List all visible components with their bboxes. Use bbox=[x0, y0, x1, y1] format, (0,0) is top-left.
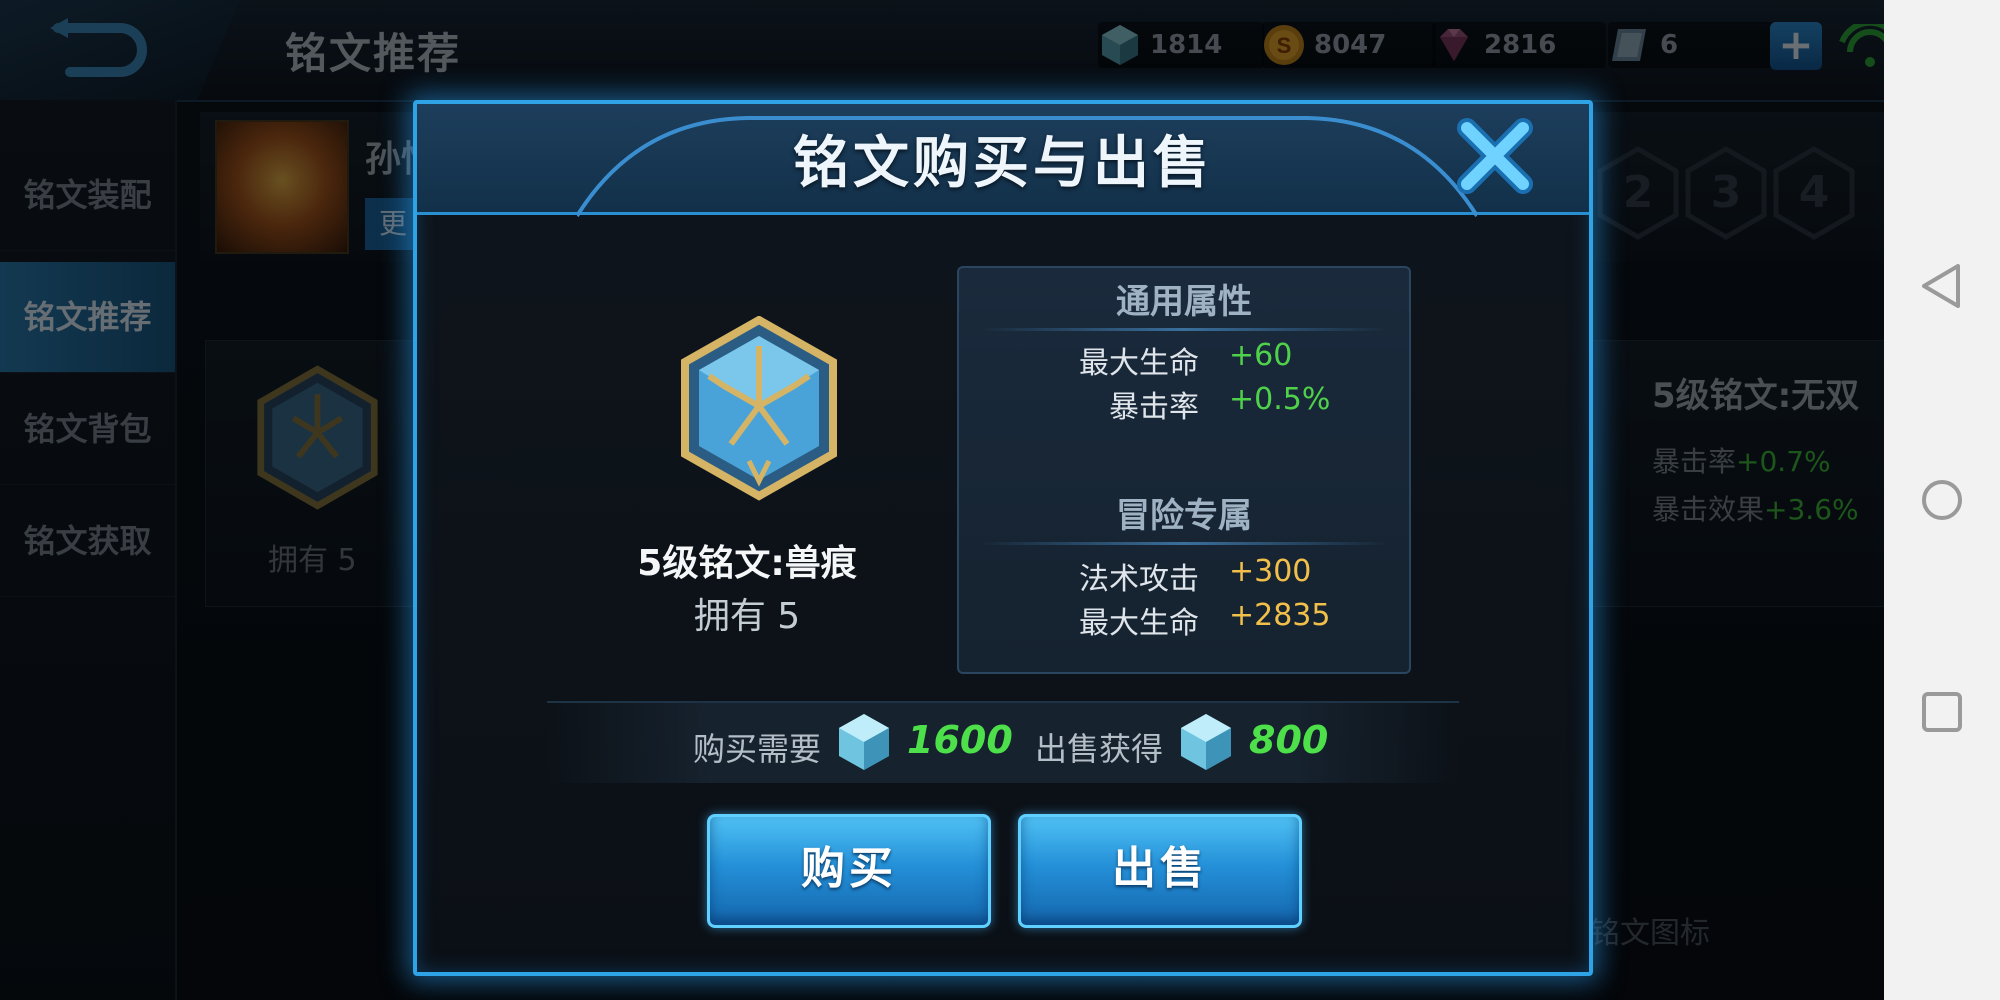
crystal-icon bbox=[839, 714, 889, 770]
buy-price-label: 购买需要 bbox=[693, 730, 822, 768]
crystal-icon bbox=[1102, 25, 1138, 65]
general-attributes-heading: 通用属性 bbox=[959, 274, 1409, 331]
modal-title: 铭文购买与出售 bbox=[793, 131, 1213, 196]
diamond-icon bbox=[1440, 29, 1468, 61]
screen-title: 铭文推荐 bbox=[285, 29, 462, 78]
add-currency-button[interactable]: + bbox=[1770, 22, 1822, 70]
buy-button[interactable]: 购买 bbox=[707, 814, 991, 928]
attributes-panel: 通用属性 最大生命 +60 暴击率 +0.5% 冒险专属 法术攻击 +300 最… bbox=[957, 266, 1411, 674]
sidebar-item-backpack[interactable]: 铭文背包 bbox=[0, 374, 175, 485]
stat-row: 法术攻击 +300 bbox=[1079, 554, 1312, 597]
rune-owned-count: 拥有 5 bbox=[693, 596, 801, 637]
rune-icon bbox=[681, 316, 837, 501]
sidebar: 铭文装配 铭文推荐 铭文背包 铭文获取 bbox=[0, 100, 177, 1000]
sell-price-value: 800 bbox=[1249, 718, 1329, 762]
back-button[interactable] bbox=[0, 0, 240, 100]
buy-sell-modal: 铭文购买与出售 5级铭文:兽痕 拥有 5 通用属性 最大生命 +60 暴击率 +… bbox=[413, 100, 1593, 976]
bg-bottom-note: 铭文图标 bbox=[1590, 916, 1710, 951]
gold-coin-icon: S bbox=[1264, 25, 1304, 65]
bg-rune-owned: 拥有 5 bbox=[268, 543, 357, 578]
bg-detail-title: 5级铭文:无双 bbox=[1652, 376, 1860, 416]
voucher-counter: 6 bbox=[1608, 22, 1774, 68]
svg-text:S: S bbox=[1277, 33, 1292, 58]
buy-price-value: 1600 bbox=[907, 718, 1013, 762]
bg-detail-stat: 暴击效果+3.6% bbox=[1652, 493, 1859, 526]
stat-row: 最大生命 +60 bbox=[1079, 338, 1293, 381]
rune-icon[interactable] bbox=[255, 365, 380, 510]
back-triangle-icon[interactable] bbox=[1914, 258, 1970, 314]
voucher-icon bbox=[1612, 29, 1646, 61]
recents-square-icon[interactable] bbox=[1914, 684, 1970, 740]
back-arrow-icon bbox=[50, 18, 147, 77]
close-icon[interactable] bbox=[1455, 116, 1535, 196]
adventure-attributes-heading: 冒险专属 bbox=[959, 488, 1409, 545]
game-screen: 铭文推荐 1814 S 8047 2816 6 + 铭文装配 铭文推荐 铭文背包… bbox=[0, 0, 1884, 1000]
rune-page-slot[interactable]: 2 bbox=[1596, 145, 1680, 241]
sidebar-item-recommend[interactable]: 铭文推荐 bbox=[0, 262, 175, 373]
sell-price-label: 出售获得 bbox=[1035, 730, 1164, 768]
top-bar: 铭文推荐 1814 S 8047 2816 6 + bbox=[0, 0, 1884, 102]
wifi-icon bbox=[1839, 24, 1884, 67]
rune-page-slot[interactable]: 4 bbox=[1772, 145, 1856, 241]
gold-counter: S 8047 bbox=[1262, 22, 1436, 68]
hero-portrait[interactable] bbox=[215, 120, 349, 254]
modal-header: 铭文购买与出售 bbox=[417, 104, 1589, 218]
sidebar-item-equip[interactable]: 铭文装配 bbox=[0, 140, 175, 251]
bg-detail-stat: 暴击率+0.7% bbox=[1652, 445, 1831, 478]
rune-name: 5级铭文:兽痕 bbox=[637, 543, 857, 584]
stat-row: 暴击率 +0.5% bbox=[1109, 382, 1331, 425]
home-circle-icon[interactable] bbox=[1914, 472, 1970, 528]
rune-page-slot[interactable]: 3 bbox=[1684, 145, 1768, 241]
stat-row: 最大生命 +2835 bbox=[1079, 598, 1331, 641]
sidebar-item-obtain[interactable]: 铭文获取 bbox=[0, 486, 175, 597]
crystal-icon bbox=[1181, 714, 1231, 770]
diamond-counter: 2816 bbox=[1432, 22, 1606, 68]
system-nav-bar bbox=[1884, 0, 2000, 1000]
crystal-counter: 1814 bbox=[1098, 22, 1264, 68]
sell-button[interactable]: 出售 bbox=[1018, 814, 1302, 928]
